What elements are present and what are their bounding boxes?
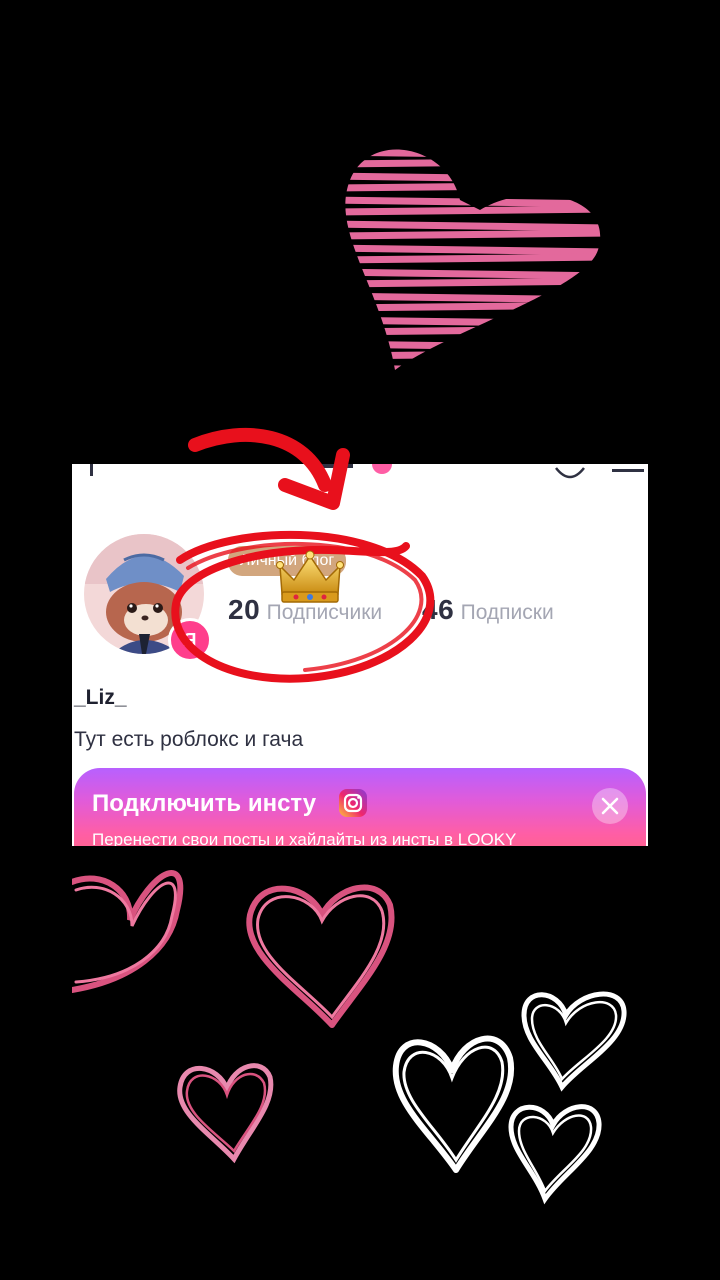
- white-doodle-heart-icon: [392, 1035, 515, 1173]
- following-label: Подписки: [460, 601, 554, 624]
- pink-doodle-heart-icon: [72, 870, 184, 993]
- white-doodle-heart-icon: [521, 991, 627, 1092]
- pink-doodle-heart-icon: [246, 884, 395, 1028]
- top-bar-fragment: [90, 464, 644, 479]
- username: _Liz_: [74, 686, 127, 709]
- pink-doodle-heart-icon: [177, 1063, 274, 1164]
- close-icon: [601, 797, 619, 815]
- close-banner-button[interactable]: [592, 788, 628, 824]
- red-arrow-icon: [188, 428, 350, 510]
- menu-icon: [612, 469, 644, 472]
- instagram-icon: [339, 789, 367, 817]
- scribble-heart-icon: [345, 149, 601, 371]
- bio-text: Тут есть роблокс и гача: [74, 728, 304, 751]
- crown-icon: [276, 550, 344, 603]
- story-canvas: Я Личный блог 20 Подписчики 46 Подписки …: [0, 0, 720, 1280]
- insta-banner-title: Подключить инсту: [92, 790, 317, 817]
- following-stat[interactable]: 46 Подписки: [422, 594, 554, 626]
- white-doodle-heart-icon: [508, 1104, 602, 1205]
